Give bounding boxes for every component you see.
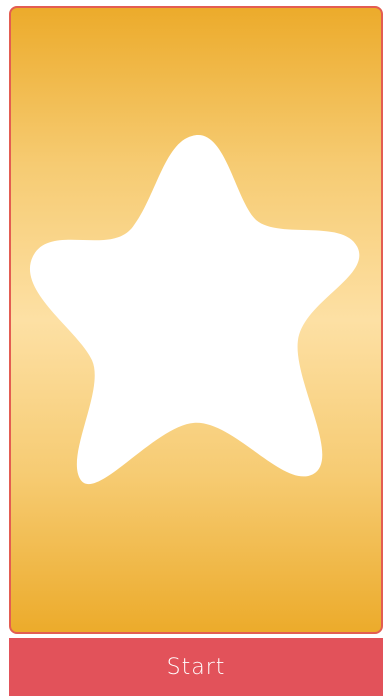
- star-icon: [29, 134, 360, 485]
- screen: Start: [0, 0, 392, 696]
- start-button[interactable]: Start: [9, 638, 383, 696]
- start-button-label: Start: [166, 654, 226, 680]
- shape-card[interactable]: [9, 6, 383, 634]
